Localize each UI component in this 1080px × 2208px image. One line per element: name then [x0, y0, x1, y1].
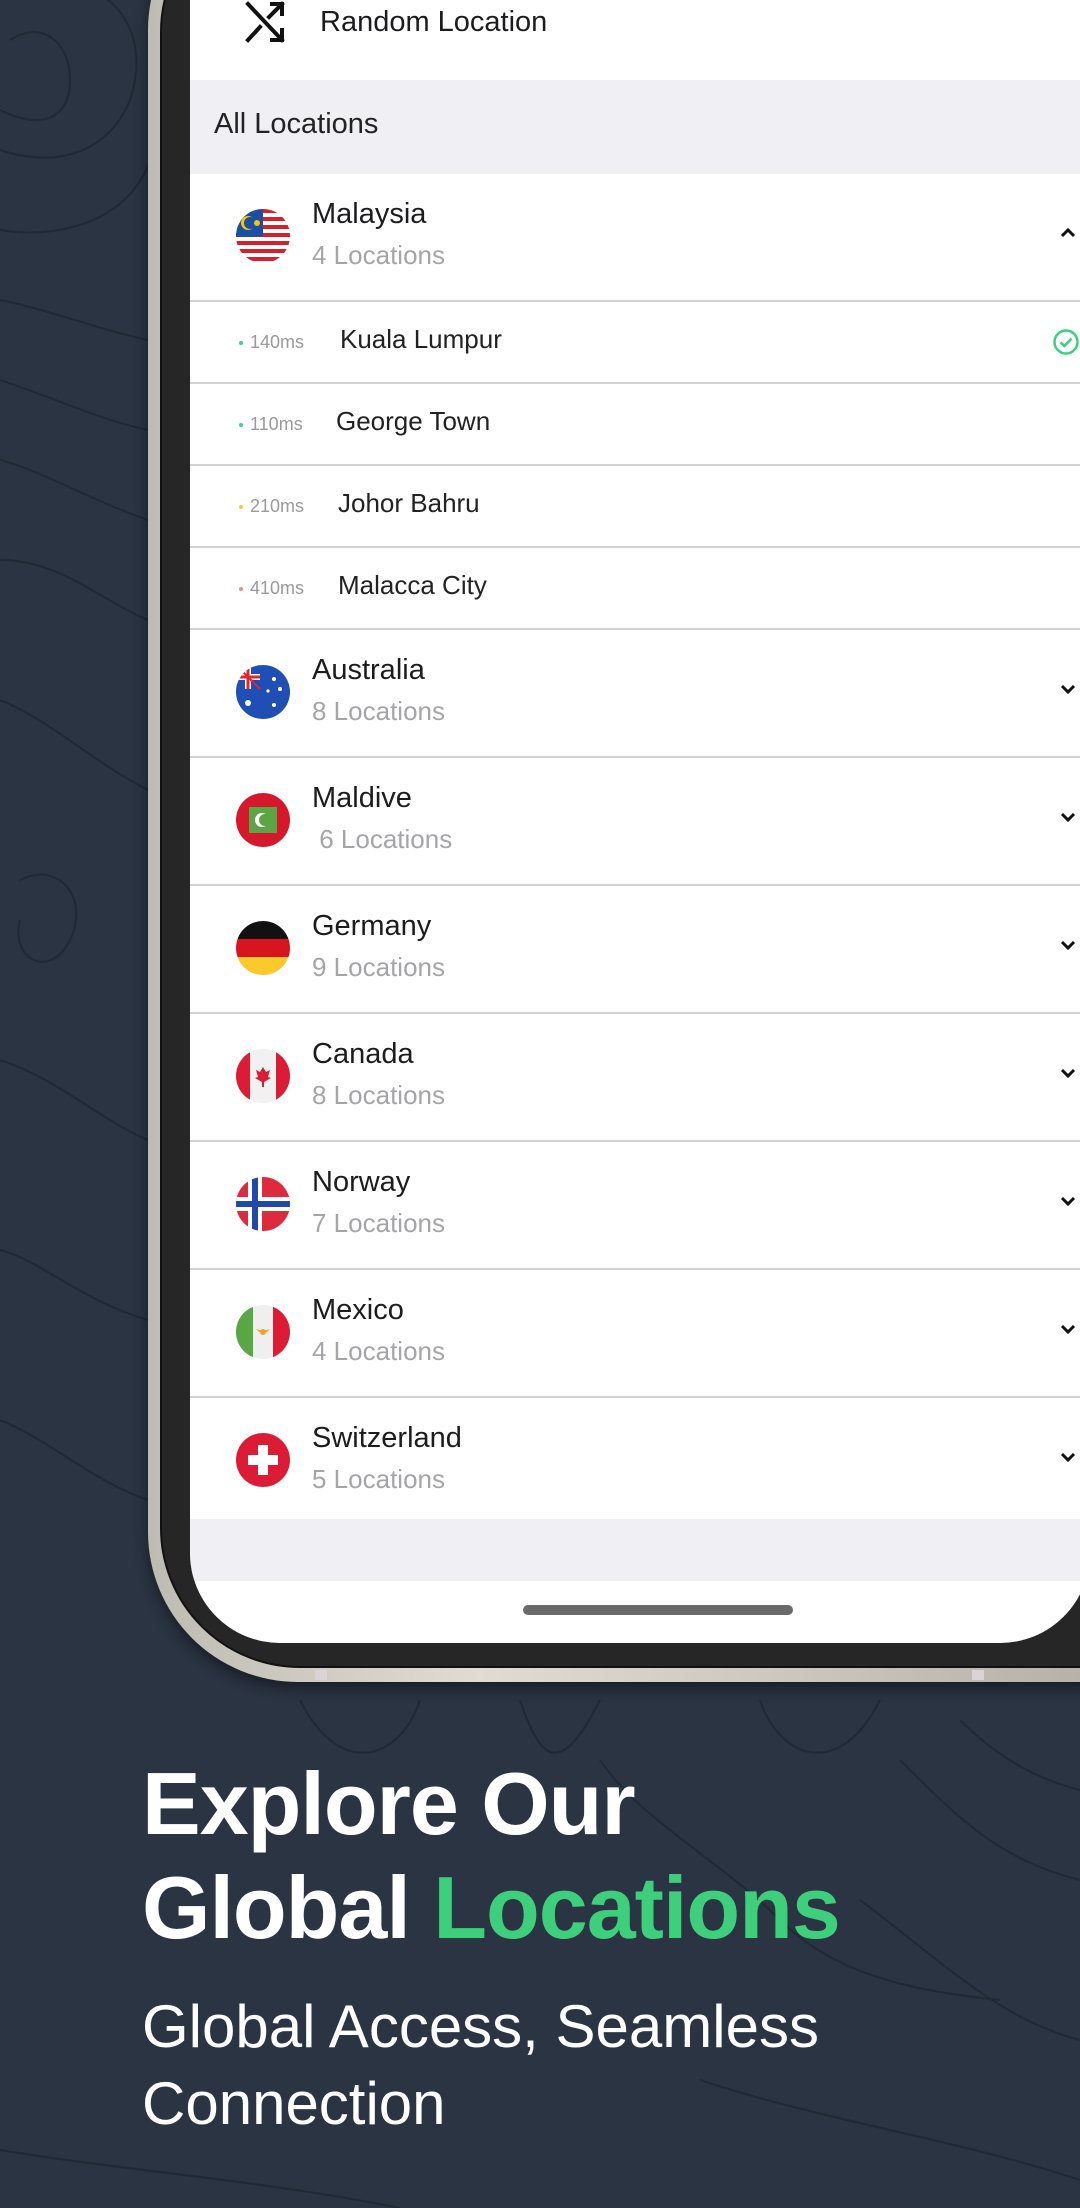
chevron-down-icon[interactable] [1058, 938, 1078, 952]
chevron-up-icon[interactable] [1058, 226, 1078, 240]
country-name: Mexico [312, 1294, 404, 1326]
country-name: Switzerland [312, 1422, 462, 1454]
country-name: Malaysia [312, 198, 427, 230]
country-row-germany[interactable]: Germany 9 Locations [190, 886, 1080, 1014]
section-header-label: All Locations [214, 108, 379, 140]
subheadline-line-1: Global Access, Seamless [142, 1993, 819, 2060]
selected-check-icon [1053, 329, 1079, 355]
switzerland-flag-icon [236, 1433, 290, 1487]
country-row-malaysia[interactable]: Malaysia 4 Locations [190, 174, 1080, 302]
headline-line-1: Explore Our [142, 1754, 636, 1853]
section-header-all-locations: All Locations [190, 80, 1080, 174]
city-row-kuala-lumpur[interactable]: 140ms Kuala Lumpur [190, 302, 1080, 384]
city-name: Johor Bahru [338, 488, 480, 518]
ping-status-dot [239, 341, 243, 345]
marketing-subheadline: Global Access, Seamless Connection [142, 1988, 819, 2142]
mexico-flag-icon [236, 1305, 290, 1359]
country-name: Norway [312, 1166, 411, 1198]
country-row-mexico[interactable]: Mexico 4 Locations [190, 1270, 1080, 1398]
maldives-flag-icon [236, 793, 290, 847]
chevron-down-icon[interactable] [1058, 1450, 1078, 1464]
marketing-headline: Explore Our Global Locations [142, 1752, 841, 1960]
country-row-switzerland[interactable]: Switzerland 5 Locations [190, 1398, 1080, 1526]
germany-flag-icon [236, 921, 290, 975]
city-row-george-town[interactable]: 110ms George Town [190, 384, 1080, 466]
home-indicator[interactable] [523, 1605, 793, 1615]
country-location-count: 7 Locations [312, 1208, 445, 1238]
ping-status-dot [239, 423, 243, 427]
country-location-count: 6 Locations [312, 824, 453, 854]
country-row-canada[interactable]: Canada 8 Locations [190, 1014, 1080, 1142]
phone-frame-mark [972, 1670, 984, 1680]
country-location-count: 8 Locations [312, 1080, 445, 1110]
country-location-count: 5 Locations [312, 1464, 445, 1494]
shuffle-icon [245, 1, 285, 43]
ping-value: 410ms [250, 578, 305, 598]
headline-accent: Locations [433, 1858, 841, 1957]
chevron-down-icon[interactable] [1058, 810, 1078, 824]
ping-status-dot [239, 505, 243, 509]
phone-screen: Random Location All Locations Malaysia 4… [190, 0, 1080, 1643]
canada-flag-icon [236, 1049, 290, 1103]
city-name: Malacca City [338, 570, 487, 600]
chevron-down-icon[interactable] [1058, 1066, 1078, 1080]
country-location-count: 4 Locations [312, 1336, 445, 1366]
country-name: Germany [312, 910, 432, 942]
ping-value: 110ms [250, 414, 303, 434]
ping-value: 140ms [250, 332, 305, 352]
city-row-johor-bahru[interactable]: 210ms Johor Bahru [190, 466, 1080, 548]
country-name: Canada [312, 1038, 414, 1070]
country-row-norway[interactable]: Norway 7 Locations [190, 1142, 1080, 1270]
random-location-label: Random Location [320, 6, 548, 38]
city-name: Kuala Lumpur [340, 324, 502, 354]
headline-plain: Global [142, 1858, 434, 1957]
subheadline-line-2: Connection [142, 2070, 446, 2137]
ping-value: 210ms [250, 496, 305, 516]
headline-line-2: Global Locations [142, 1856, 841, 1960]
list-footer-spacer [190, 1519, 1080, 1581]
chevron-down-icon[interactable] [1058, 1322, 1078, 1336]
city-row-malacca-city[interactable]: 410ms Malacca City [190, 548, 1080, 630]
ping-status-dot [239, 587, 243, 591]
chevron-down-icon[interactable] [1058, 1194, 1078, 1208]
norway-flag-icon [236, 1177, 290, 1231]
country-name: Maldive [312, 782, 412, 814]
country-location-count: 8 Locations [312, 696, 445, 726]
locations-list: Malaysia 4 Locations 140ms Kuala Lumpur … [190, 174, 1080, 1526]
malaysia-flag-icon [236, 209, 290, 263]
chevron-down-icon[interactable] [1058, 682, 1078, 696]
phone-frame-mark [315, 1670, 327, 1680]
country-row-maldives[interactable]: Maldive 6 Locations [190, 758, 1080, 886]
country-location-count: 4 Locations [312, 240, 445, 270]
country-row-australia[interactable]: Australia 8 Locations [190, 630, 1080, 758]
city-name: George Town [336, 406, 491, 436]
country-location-count: 9 Locations [312, 952, 445, 982]
australia-flag-icon [236, 665, 290, 719]
country-name: Australia [312, 654, 425, 686]
